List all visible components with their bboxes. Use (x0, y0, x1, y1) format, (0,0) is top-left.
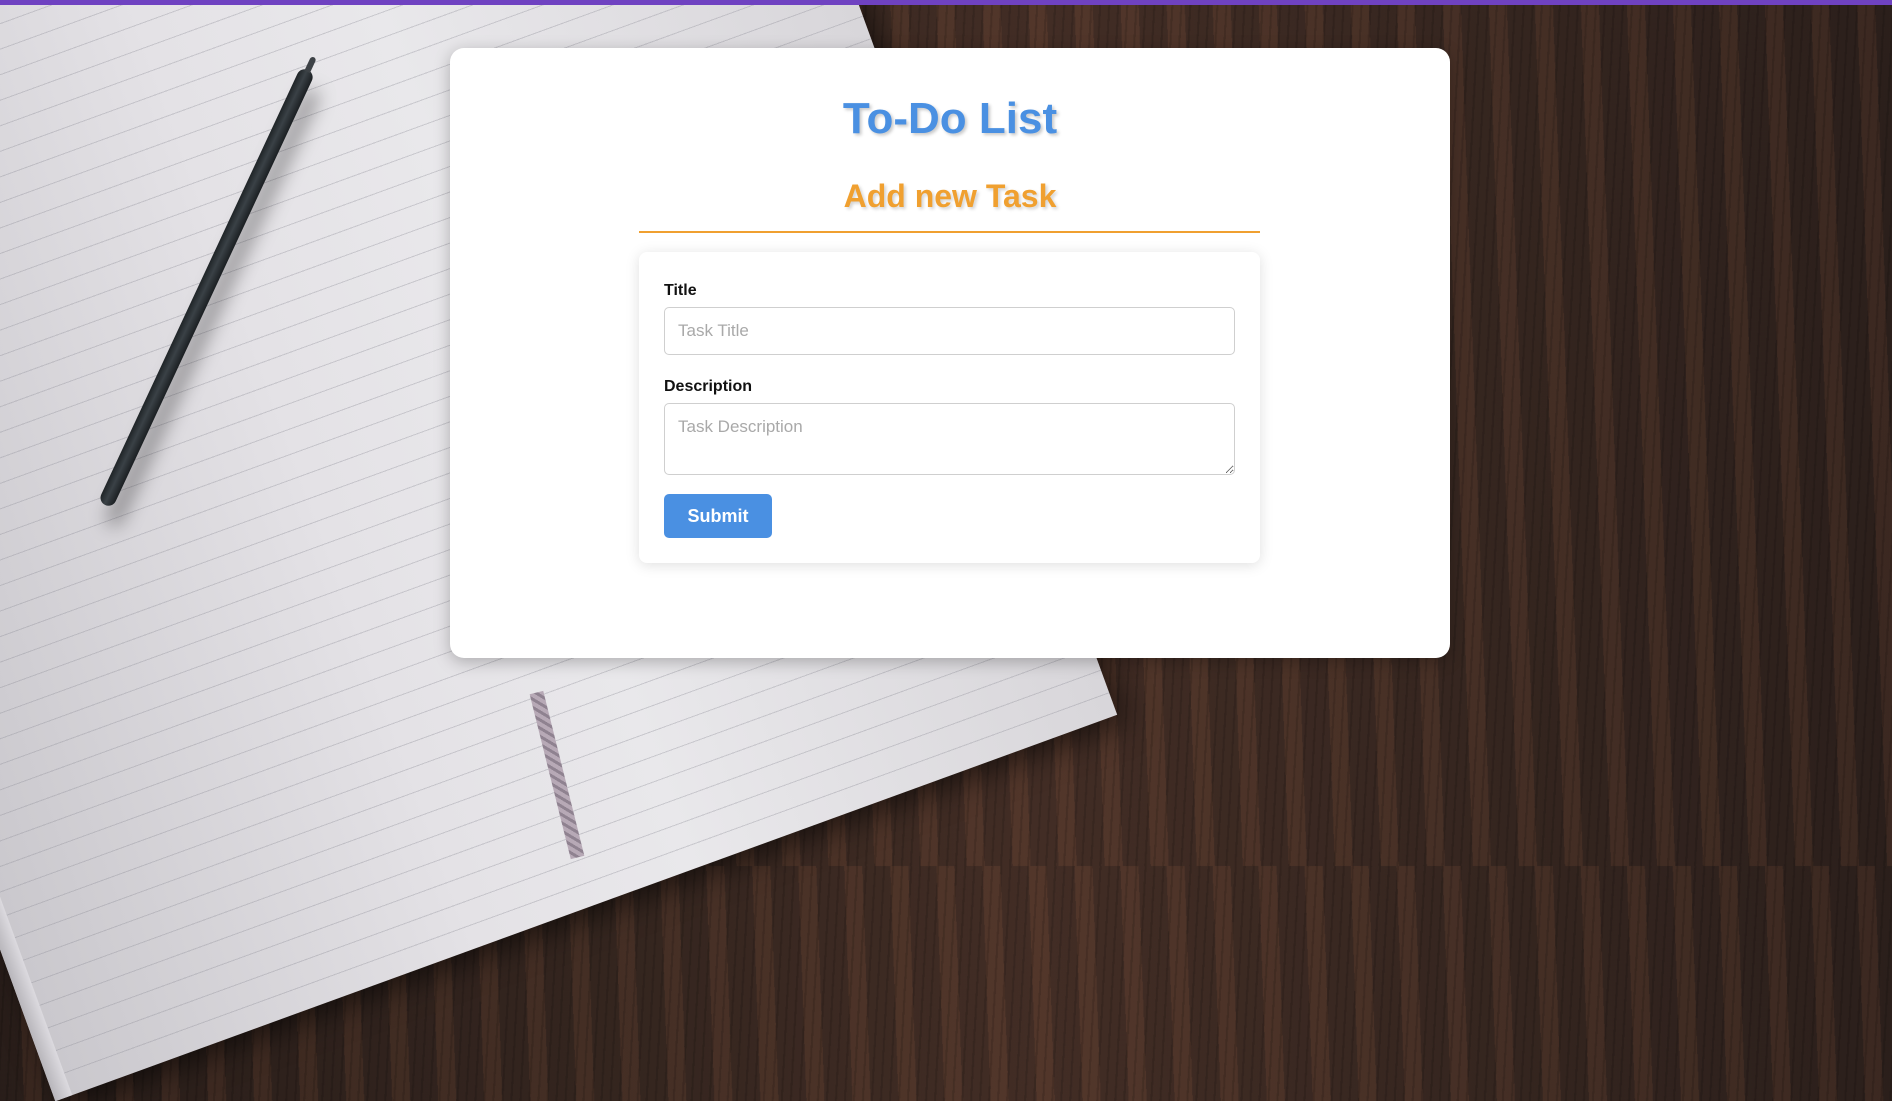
description-label: Description (664, 378, 753, 395)
app-title: To-Do List (842, 94, 1058, 143)
submit-button[interactable]: Submit (664, 494, 772, 538)
title-label: Title (664, 282, 697, 299)
task-description-input[interactable] (664, 403, 1235, 475)
task-title-input[interactable] (664, 307, 1235, 355)
section-divider (639, 231, 1260, 233)
notebook-spine (0, 99, 73, 1101)
section-title: Add new Task (843, 178, 1057, 214)
top-accent-bar (0, 0, 1892, 5)
todo-card: To-Do List Add new Task Title Descriptio… (450, 48, 1450, 658)
add-task-form: Title Description Submit (639, 252, 1260, 563)
